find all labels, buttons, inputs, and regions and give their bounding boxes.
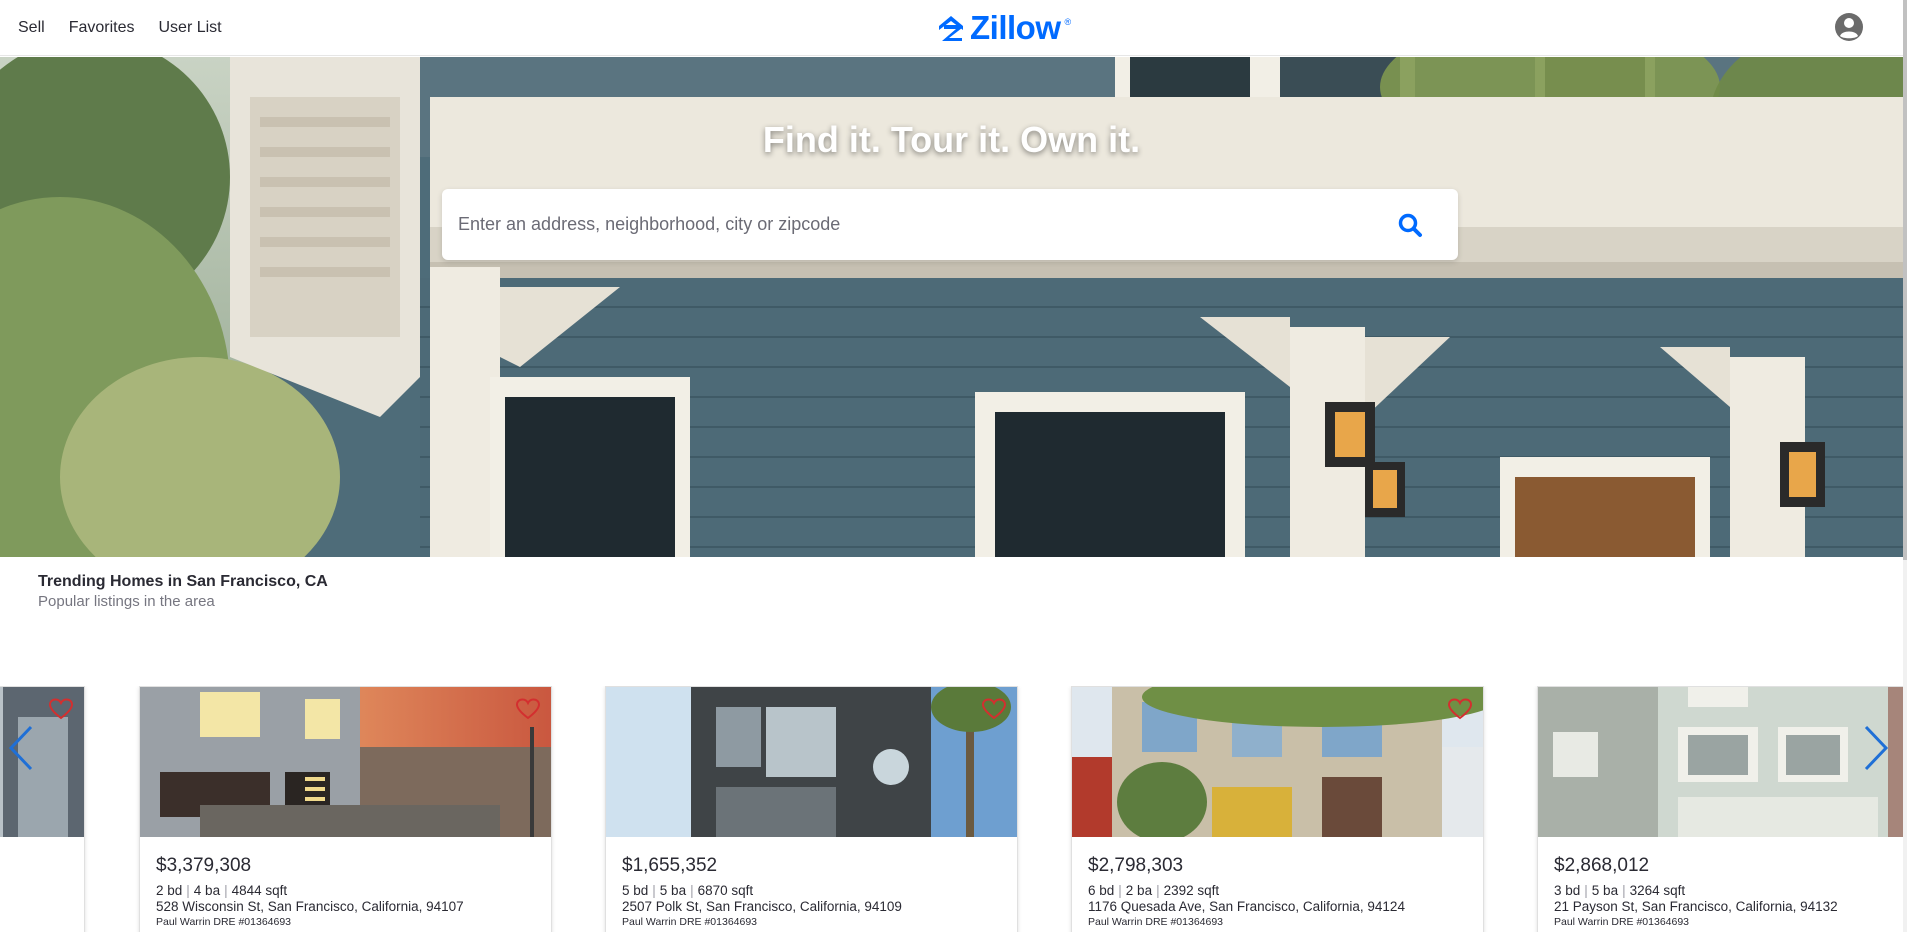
listing-baths: 5 ba (1591, 883, 1619, 898)
hero-banner: Find it. Tour it. Own it. (0, 57, 1903, 557)
primary-nav: Sell Favorites User List (18, 0, 222, 56)
divider: | (1118, 883, 1122, 898)
hero-headline: Find it. Tour it. Own it. (762, 119, 1141, 160)
scrollbar-thumb[interactable] (1903, 0, 1907, 560)
divider: | (690, 883, 694, 898)
listing-beds: 2 bd (156, 883, 183, 898)
divider: | (224, 883, 228, 898)
chevron-left-icon[interactable] (5, 724, 35, 772)
heart-outline-icon[interactable] (982, 698, 1006, 720)
listing-card[interactable]: $2,868,012 3 bd | 5 ba | 3264 sqft 21 Payson… (1537, 686, 1903, 932)
heart-outline-icon[interactable] (516, 698, 540, 720)
search-bar (442, 189, 1458, 260)
listing-address: 21 Payson St, San Francisco, California,… (1554, 899, 1838, 914)
listing-beds: 6 bd (1088, 883, 1115, 898)
listing-card[interactable]: $3,379,308 2 bd | 4 ba | 4844 sqft 528 Wisco… (139, 686, 552, 932)
section-subtitle: Popular listings in the area (38, 593, 215, 610)
divider: | (1156, 883, 1160, 898)
registered-mark: ® (1064, 17, 1072, 27)
listing-facts: 2 bd | 4 ba | 4844 sqft (156, 883, 287, 898)
listing-photo (606, 687, 1017, 837)
search-input[interactable] (458, 189, 1378, 260)
zillow-house-icon (939, 16, 963, 41)
zillow-logo[interactable]: Zillow ® (936, 9, 1071, 47)
listing-agent: Paul Warrin DRE #01364693 (622, 916, 758, 928)
brand-wordmark: Zillow (970, 9, 1061, 46)
user-circle-icon[interactable] (1834, 12, 1864, 42)
chevron-right-icon[interactable] (1862, 724, 1892, 772)
divider: | (186, 883, 190, 898)
listing-photo (1072, 687, 1483, 837)
listing-price: $2,868,012 (1554, 855, 1650, 876)
listing-address: 1176 Quesada Ave, San Francisco, Califor… (1088, 899, 1405, 914)
listing-agent: Paul Warrin DRE #01364693 (156, 916, 292, 928)
section-title: Trending Homes in San Francisco, CA (38, 573, 328, 590)
listing-price: $1,655,352 (622, 855, 718, 876)
listing-facts: 3 bd | 5 ba | 3264 sqft (1554, 883, 1685, 898)
listing-beds: 5 bd (622, 883, 649, 898)
listing-baths: 4 ba (193, 883, 221, 898)
heart-outline-icon[interactable] (49, 698, 73, 720)
listing-address: 2507 Polk St, San Francisco, California,… (622, 899, 902, 914)
listing-photo (1538, 687, 1903, 837)
nav-favorites-link[interactable]: Favorites (69, 19, 135, 37)
listing-photo (140, 687, 551, 837)
divider: | (652, 883, 656, 898)
listing-card-partial[interactable] (0, 686, 85, 932)
top-navigation-bar: Sell Favorites User List Zillow ® (0, 0, 1907, 56)
listing-sqft: 6870 sqft (697, 883, 754, 898)
listing-agent: Paul Warrin DRE #01364693 (1554, 916, 1690, 928)
listing-baths: 2 ba (1125, 883, 1153, 898)
divider: | (1584, 883, 1588, 898)
listing-facts: 5 bd | 5 ba | 6870 sqft (622, 883, 753, 898)
search-icon (1398, 213, 1422, 237)
listing-sqft: 4844 sqft (231, 883, 288, 898)
search-button[interactable] (1392, 207, 1428, 243)
listing-sqft: 2392 sqft (1163, 883, 1220, 898)
listing-beds: 3 bd (1554, 883, 1581, 898)
listings-carousel: $3,379,308 2 bd | 4 ba | 4844 sqft 528 Wisco… (0, 686, 1903, 932)
listing-address: 528 Wisconsin St, San Francisco, Califor… (156, 899, 464, 914)
heart-outline-icon[interactable] (1448, 698, 1472, 720)
nav-sell-link[interactable]: Sell (18, 19, 45, 37)
divider: | (1622, 883, 1626, 898)
listing-price: $2,798,303 (1088, 855, 1184, 876)
listing-card[interactable]: $1,655,352 5 bd | 5 ba | 6870 sqft 2507 Polk… (605, 686, 1018, 932)
vertical-scrollbar[interactable] (1903, 0, 1907, 932)
nav-user-list-link[interactable]: User List (158, 19, 221, 37)
listing-agent: Paul Warrin DRE #01364693 (1088, 916, 1224, 928)
listing-facts: 6 bd | 2 ba | 2392 sqft (1088, 883, 1219, 898)
listing-price: $3,379,308 (156, 855, 252, 876)
listing-baths: 5 ba (659, 883, 687, 898)
listing-card[interactable]: $2,798,303 6 bd | 2 ba | 2392 sqft 1176 Ques… (1071, 686, 1484, 932)
listing-sqft: 3264 sqft (1629, 883, 1686, 898)
